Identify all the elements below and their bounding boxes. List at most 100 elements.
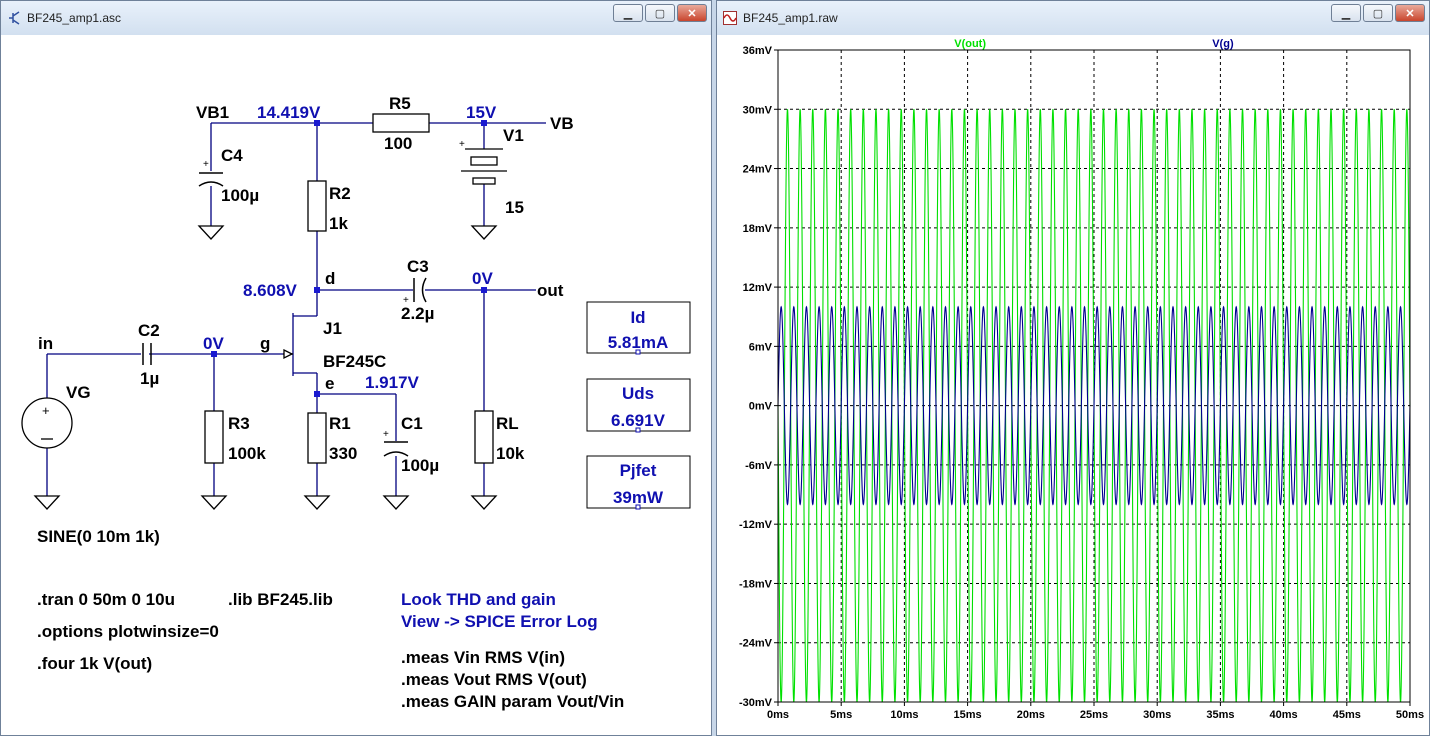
y-tick-label: 24mV [743,164,773,176]
directive-meas-vout[interactable]: .meas Vout RMS V(out) [401,670,587,689]
c2-name: C2 [138,321,160,340]
c1-value: 100µ [401,456,439,475]
directive-four[interactable]: .four 1k V(out) [37,654,152,673]
r2-value: 1k [329,214,348,233]
node-voltage-drain: 8.608V [243,281,298,300]
directive-tran[interactable]: .tran 0 50m 0 10u [37,590,175,609]
probe-uds-label: Uds [622,384,654,403]
directive-meas-vin[interactable]: .meas Vin RMS V(in) [401,648,565,667]
r2-resistor[interactable] [307,180,327,232]
vg-value: SINE(0 10m 1k) [37,527,160,546]
maximize-button[interactable]: ▢ [645,4,675,22]
node-voltage-gate: 0V [203,334,224,353]
net-label-vb1: VB1 [196,103,229,122]
r2-name: R2 [329,184,351,203]
legend-vg[interactable]: V(g) [1212,38,1234,50]
c2-value: 1µ [140,369,159,388]
rl-name: RL [496,414,519,433]
probe-uds-value: 6.691V [611,411,666,430]
y-tick-label: 0mV [749,401,773,413]
c3-capacitor[interactable]: + [403,277,427,306]
wires [46,122,546,496]
plot-legend[interactable]: V(out) V(g) [954,38,1234,50]
probe-uds[interactable]: Uds 6.691V [586,378,691,433]
probe-id[interactable]: Id 5.81mA [586,301,691,355]
ground-icon [200,495,228,510]
minimize-button[interactable]: ▁ [613,4,643,22]
schematic-window[interactable]: BF245_amp1.asc ▁ ▢ ✕ + + + + + VB1 VB in… [0,0,712,736]
svg-text:+: + [42,403,50,418]
pin-label-d: d [325,269,335,288]
probe-pjfet-value: 39mW [613,488,664,507]
x-tick-label: 5ms [830,709,852,721]
schematic-window-title: BF245_amp1.asc [27,11,122,25]
j1-name: J1 [323,319,342,338]
waveform-plot[interactable]: 0ms 5ms 10ms 15ms 20ms 25ms 30ms 35ms 40ms 45ms 50… [723,35,1425,731]
probe-id-label: Id [630,308,645,327]
y-tick-label: 36mV [743,45,773,57]
waveform-titlebar[interactable]: BF245_amp1.raw ▁ ▢ ✕ [717,1,1429,35]
ground-icon [303,495,331,510]
schematic-drawing[interactable]: + + + + + VB1 VB in out d g e R5 100 V1 … [7,35,707,731]
rl-resistor[interactable] [474,410,494,464]
v1-source[interactable]: + [459,139,507,185]
transistor-icon [7,11,21,25]
vg-source[interactable]: + [21,397,73,449]
close-button[interactable]: ✕ [677,4,707,22]
schematic-canvas[interactable]: + + + + + VB1 VB in out d g e R5 100 V1 … [7,35,705,729]
r1-resistor[interactable] [307,412,327,464]
waveform-window[interactable]: BF245_amp1.raw ▁ ▢ ✕ 0ms 5ms 10ms 15ms 20ms 2… [716,0,1430,736]
y-tick-label: -24mV [739,638,773,650]
j1-value: BF245C [323,352,386,371]
r3-value: 100k [228,444,266,463]
x-tick-label: 20ms [1017,709,1045,721]
r5-resistor[interactable] [372,113,430,133]
vg-name: VG [66,383,91,402]
c4-value: 100µ [221,186,259,205]
ground-icon [382,495,410,510]
directive-meas-gain[interactable]: .meas GAIN param Vout/Vin [401,692,624,711]
y-tick-label: -30mV [739,697,773,709]
ground-icon [33,495,61,510]
c3-value: 2.2µ [401,304,434,323]
x-tick-label: 30ms [1143,709,1171,721]
ground-icon [470,225,498,240]
directive-lib[interactable]: .lib BF245.lib [228,590,333,609]
v1-value: 15 [505,198,524,217]
node-voltage-out: 0V [472,269,493,288]
minimize-button[interactable]: ▁ [1331,4,1361,22]
r1-value: 330 [329,444,357,463]
ground-icon [197,225,225,240]
x-tick-label: 10ms [890,709,918,721]
close-button[interactable]: ✕ [1395,4,1425,22]
x-tick-label: 40ms [1270,709,1298,721]
node-voltage-vb: 15V [466,103,497,122]
x-tick-label: 15ms [954,709,982,721]
net-label-vb: VB [550,114,574,133]
rl-value: 10k [496,444,525,463]
plot-pane[interactable]: 0ms 5ms 10ms 15ms 20ms 25ms 30ms 35ms 40ms 45ms 50… [723,35,1425,731]
maximize-button[interactable]: ▢ [1363,4,1393,22]
x-tick-label: 35ms [1206,709,1234,721]
capacitors: + + + [142,159,427,457]
y-tick-label: 18mV [743,223,773,235]
x-tick-label: 50ms [1396,709,1424,721]
svg-text:+: + [203,159,209,170]
comment-line-2: View -> SPICE Error Log [401,612,598,631]
net-label-in: in [38,334,53,353]
j1-transistor[interactable] [283,348,294,360]
schematic-titlebar[interactable]: BF245_amp1.asc ▁ ▢ ✕ [1,1,711,35]
legend-vout[interactable]: V(out) [954,38,986,50]
probe-pjfet-label: Pjfet [620,461,657,480]
probe-pjfet[interactable]: Pjfet 39mW [586,455,691,510]
x-tick-label: 25ms [1080,709,1108,721]
node-voltage-source: 1.917V [365,373,420,392]
ground-icon [470,495,498,510]
directive-options[interactable]: .options plotwinsize=0 [37,622,219,641]
r3-name: R3 [228,414,250,433]
r3-resistor[interactable] [204,410,224,464]
probe-id-value: 5.81mA [608,333,668,352]
svg-text:+: + [459,139,465,150]
plot-traces [777,109,1411,703]
x-tick-label: 0ms [767,709,789,721]
